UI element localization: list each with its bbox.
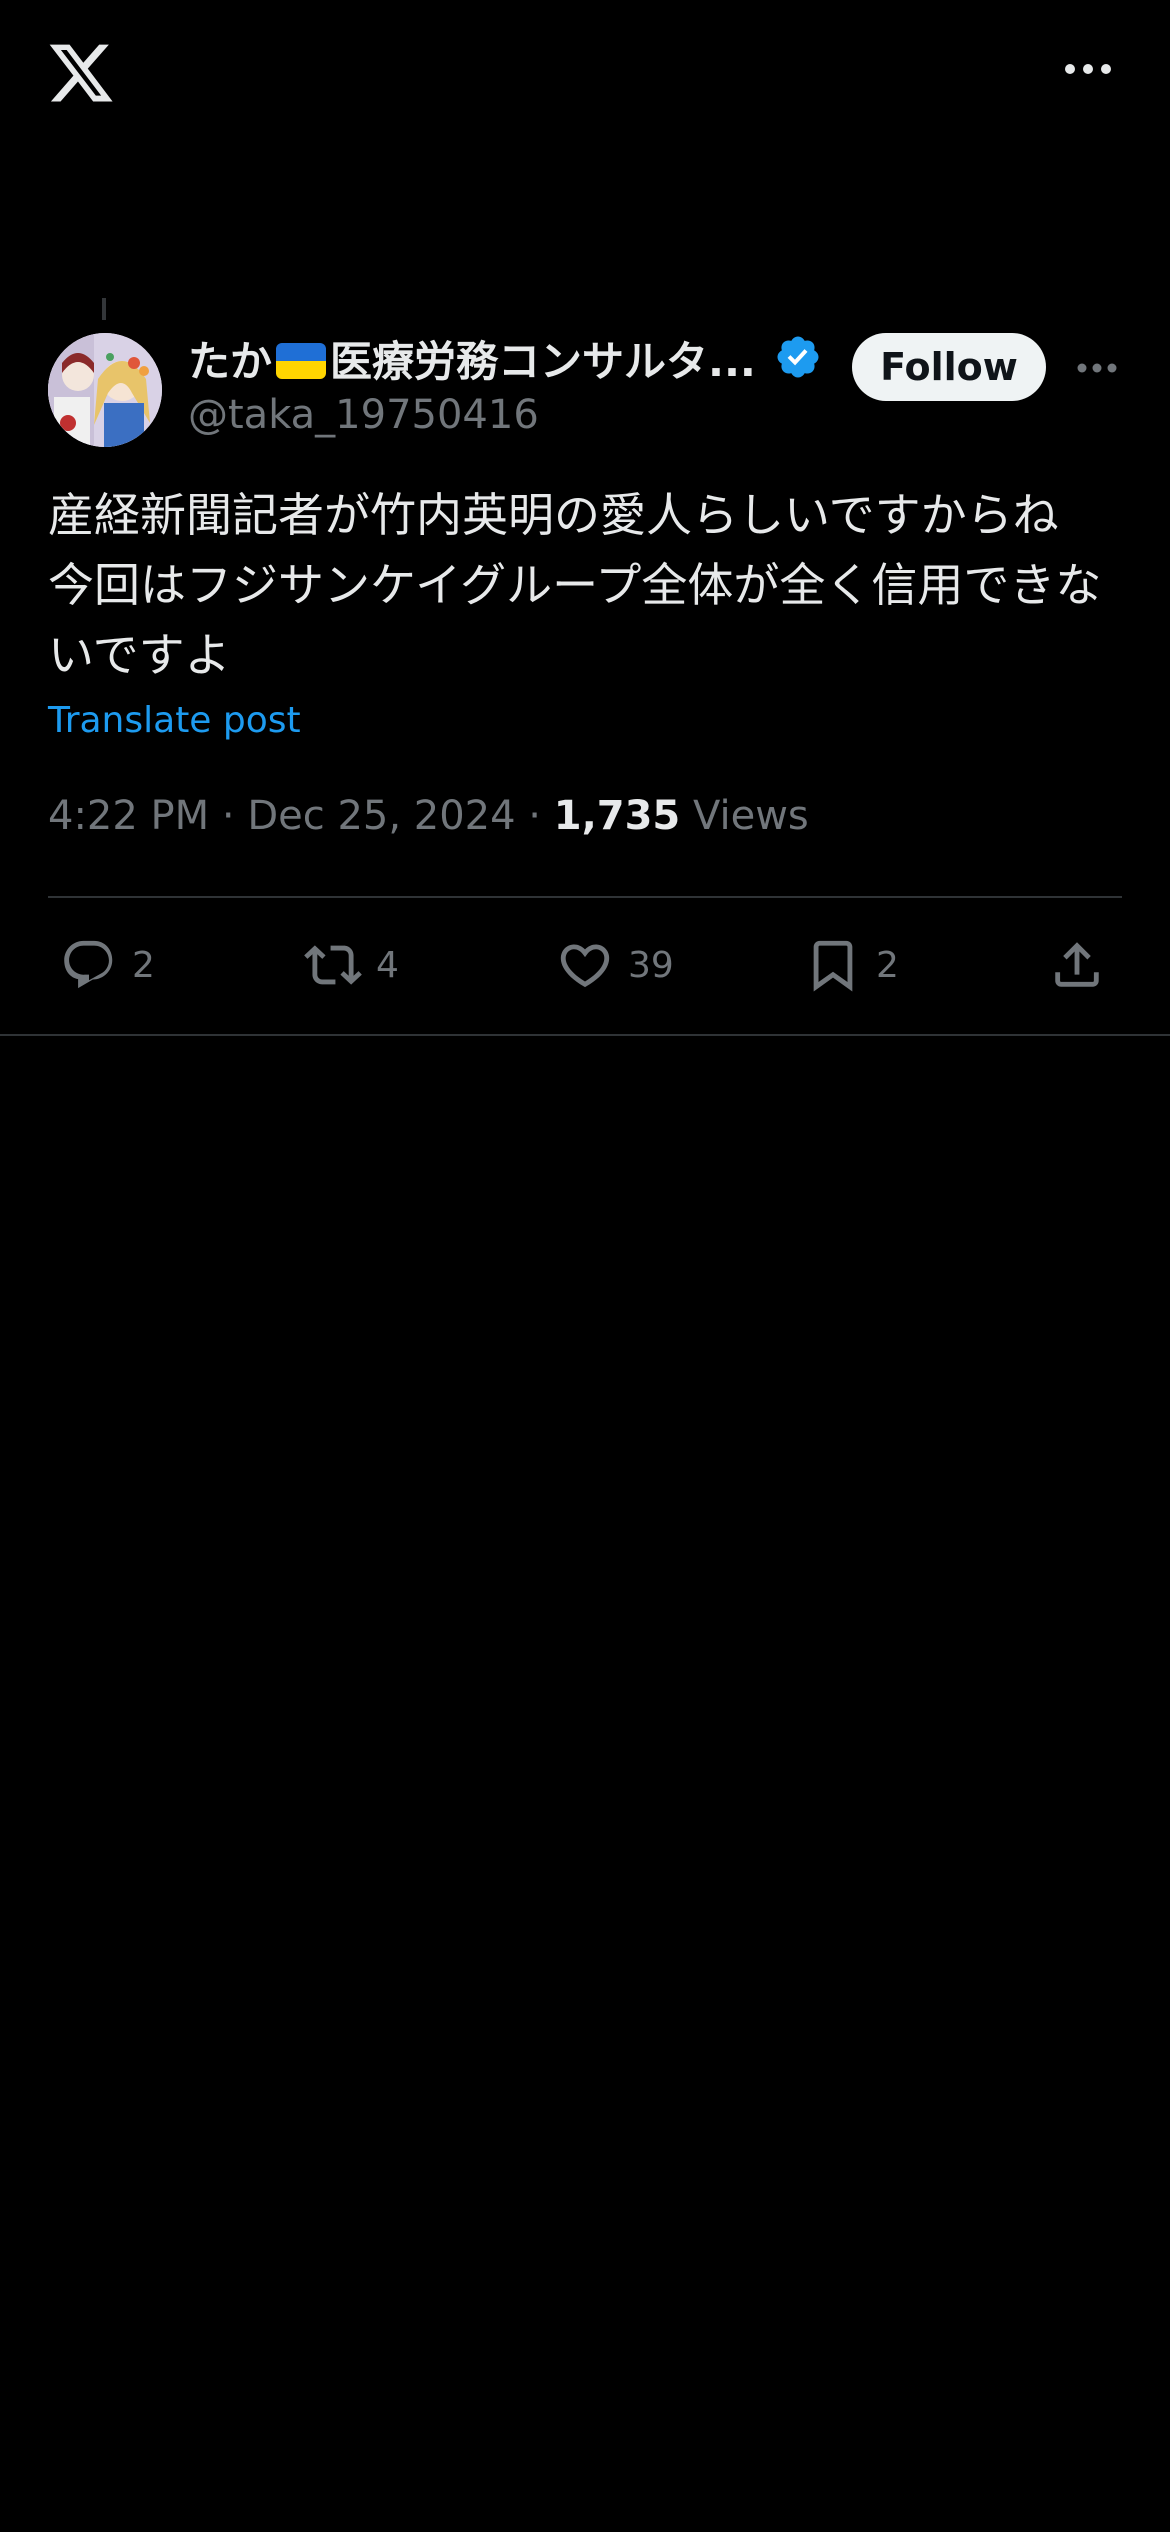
views-label: Views xyxy=(692,793,809,839)
reply-button[interactable]: 2 xyxy=(60,935,155,995)
follow-button[interactable]: Follow xyxy=(852,333,1046,401)
tweet-date[interactable]: Dec 25, 2024 xyxy=(247,793,515,839)
like-count: 39 xyxy=(628,944,674,986)
repost-button[interactable]: 4 xyxy=(304,935,399,995)
meta-separator: · xyxy=(528,793,542,839)
reply-icon xyxy=(64,940,113,989)
more-horizontal-icon[interactable] xyxy=(1064,60,1112,78)
author-display-name[interactable]: たか 医療労務コンサルタ... xyxy=(188,328,756,389)
bookmark-button[interactable]: 2 xyxy=(804,935,899,995)
tweet-text: 産経新聞記者が竹内英明の愛人らしいですからね 今回はフジサンケイグループ全体が全… xyxy=(48,488,1102,682)
bookmark-icon xyxy=(813,940,853,992)
heart-icon xyxy=(560,944,610,988)
tweet-action-bar: 2 4 39 2 xyxy=(48,935,1122,995)
avatar[interactable] xyxy=(48,333,162,447)
views-count: 1,735 xyxy=(553,793,681,839)
tweet-more-icon[interactable] xyxy=(1076,360,1118,374)
share-button[interactable] xyxy=(1048,935,1106,995)
x-logo-icon[interactable] xyxy=(46,38,116,108)
meta-separator: · xyxy=(221,793,235,839)
author-name-row[interactable]: たか 医療労務コンサルタ... xyxy=(188,330,756,386)
repost-icon xyxy=(304,945,362,985)
divider xyxy=(48,896,1122,898)
verified-badge-icon[interactable] xyxy=(774,333,822,381)
like-button[interactable]: 39 xyxy=(556,935,674,995)
ukraine-flag-icon xyxy=(276,343,327,379)
bookmark-count: 2 xyxy=(876,944,899,986)
thread-connector-line xyxy=(102,298,106,320)
tweet-meta: 4:22 PM · Dec 25, 2024 · 1,735 Views xyxy=(48,793,809,839)
reply-count: 2 xyxy=(132,944,155,986)
divider xyxy=(0,1034,1170,1036)
share-icon xyxy=(1055,942,1099,987)
tweet-time[interactable]: 4:22 PM xyxy=(48,793,209,839)
repost-count: 4 xyxy=(376,944,399,986)
author-handle[interactable]: @taka_19750416 xyxy=(188,392,539,438)
translate-post-link[interactable]: Translate post xyxy=(48,700,301,741)
